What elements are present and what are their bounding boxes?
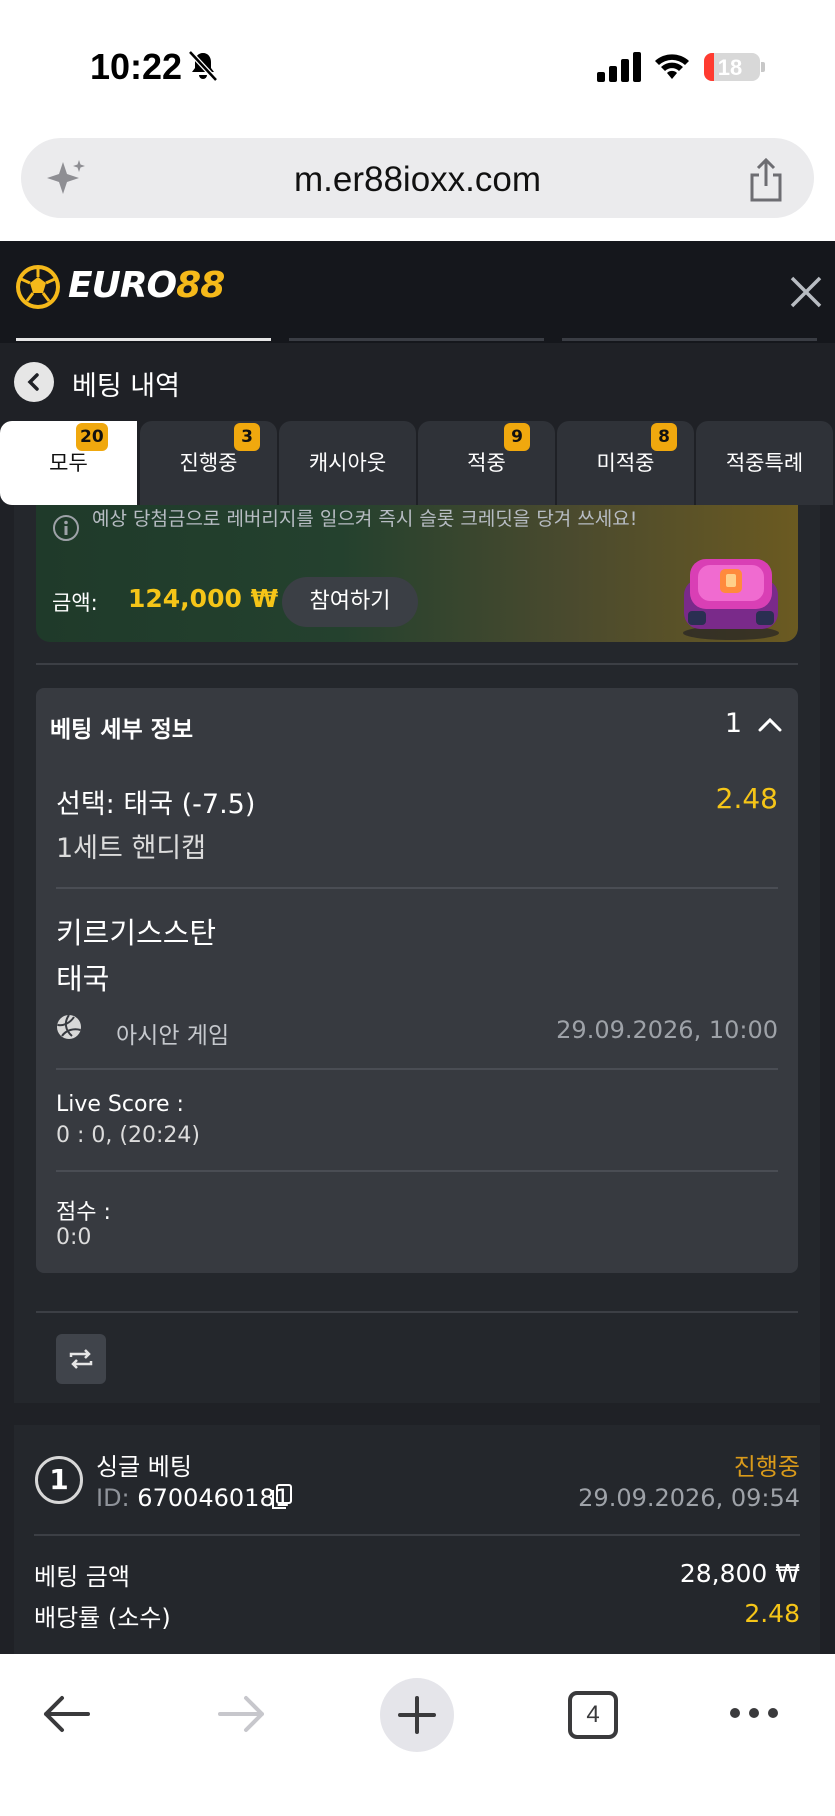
battery-level: 18 xyxy=(717,55,743,80)
info-icon xyxy=(53,515,79,541)
chevron-up-icon[interactable] xyxy=(756,712,784,736)
wifi-icon xyxy=(655,54,689,79)
tab-won[interactable]: 9 적중 xyxy=(418,421,555,505)
volleyball-icon xyxy=(57,1014,81,1039)
brand-logo: EURO88 xyxy=(68,265,225,306)
tab-label: 캐시아웃 xyxy=(308,451,387,475)
chevron-left-icon xyxy=(27,373,39,391)
status-bar: 10:22 18 xyxy=(0,0,835,130)
bet-status: 진행중 xyxy=(733,1453,800,1481)
league-name: 아시안 게임 xyxy=(116,1023,230,1049)
back-button[interactable] xyxy=(14,362,54,402)
plus-icon xyxy=(398,1696,436,1734)
bet-id: ID: 6700460181 xyxy=(96,1484,290,1512)
bell-muted-icon xyxy=(188,50,218,82)
tab-in-progress[interactable]: 3 진행중 xyxy=(140,421,277,505)
promo-description: 예상 당첨금으로 레버리지를 일으켜 즉시 슬롯 크레딧을 당겨 쓰세요! xyxy=(92,508,638,530)
score-label: 점수 : xyxy=(56,1200,111,1225)
address-bar[interactable]: m.er88ioxx.com xyxy=(21,138,814,218)
tab-special-win[interactable]: 적중특례 xyxy=(696,421,833,505)
bet-card[interactable]: 1 싱글 베팅 ID: 6700460181 진행중 29.09.2026, 0… xyxy=(14,1425,820,1655)
bet-filter-tabs: 20 모두 3 진행중 캐시아웃 9 적중 8 미적중 적중특례 xyxy=(0,421,835,505)
soccer-ball-logo-icon xyxy=(16,265,60,309)
selection-text: 선택: 태국 (-7.5) xyxy=(56,789,256,820)
divider xyxy=(36,1311,798,1313)
app-header: EURO88 xyxy=(0,241,835,343)
live-score-value: 0 : 0, (20:24) xyxy=(56,1123,200,1148)
tab-label: 적중특례 xyxy=(725,451,804,475)
close-icon[interactable] xyxy=(789,275,823,309)
divider xyxy=(34,1534,800,1536)
share-icon[interactable] xyxy=(746,158,786,202)
status-time: 10:22 xyxy=(90,46,183,87)
divider xyxy=(56,1170,778,1172)
event-datetime: 29.09.2026, 10:00 xyxy=(556,1016,778,1044)
new-tab-button[interactable] xyxy=(380,1678,454,1752)
copy-icon[interactable] xyxy=(270,1483,294,1511)
bet-details-body: 선택: 태국 (-7.5) 2.48 1세트 핸디캡 키르기스스탄 태국 아시안… xyxy=(36,760,798,1273)
bet-details-count: 1 xyxy=(724,708,742,739)
url-text[interactable]: m.er88ioxx.com xyxy=(21,160,814,200)
stake-label: 베팅 금액 xyxy=(34,1563,130,1591)
tab-label: 적중 xyxy=(467,451,506,475)
market-name: 1세트 핸디캡 xyxy=(56,833,206,864)
slot-machine-chest-icon xyxy=(683,559,779,640)
promo-amount-value: 124,000 ₩ xyxy=(128,584,279,613)
arrow-right-icon[interactable] xyxy=(216,1692,268,1736)
arrow-left-icon[interactable] xyxy=(40,1692,92,1736)
tabs-button[interactable]: 4 xyxy=(568,1691,618,1739)
browser-address-area: m.er88ioxx.com xyxy=(0,130,835,241)
bet-panel: 예상 당첨금으로 레버리지를 일으켜 즉시 슬롯 크레딧을 당겨 쓰세요! 금액… xyxy=(14,505,820,1403)
tab-label: 미적중 xyxy=(596,451,655,475)
rebet-button[interactable] xyxy=(56,1334,106,1384)
page-title: 베팅 내역 xyxy=(72,371,180,402)
bet-details-header[interactable]: 베팅 세부 정보 1 xyxy=(36,688,798,760)
repeat-icon xyxy=(69,1349,93,1369)
join-button[interactable]: 참여하기 xyxy=(282,577,418,627)
tab-label: 진행중 xyxy=(179,451,238,475)
bet-placed-at: 29.09.2026, 09:54 xyxy=(578,1484,800,1512)
tab-lost[interactable]: 8 미적중 xyxy=(557,421,694,505)
more-icon[interactable] xyxy=(728,1698,780,1728)
promo-banner: 예상 당첨금으로 레버리지를 일으켜 즉시 슬롯 크레딧을 당겨 쓰세요! 금액… xyxy=(36,505,798,642)
bet-index-badge: 1 xyxy=(35,1456,83,1504)
bet-details-title: 베팅 세부 정보 xyxy=(50,717,193,743)
browser-toolbar: 4 xyxy=(0,1654,835,1816)
header-progress xyxy=(16,338,826,342)
divider xyxy=(36,663,798,665)
score-value: 0:0 xyxy=(56,1225,92,1250)
tab-cashout[interactable]: 캐시아웃 xyxy=(279,421,416,505)
divider xyxy=(56,1068,778,1070)
odds-value: 2.48 xyxy=(744,1599,800,1628)
tab-label: 모두 xyxy=(49,451,88,475)
bet-type: 싱글 베팅 xyxy=(96,1453,192,1481)
divider xyxy=(56,887,778,889)
odds-label: 배당률 (소수) xyxy=(34,1604,171,1632)
team-home: 키르기스스탄 xyxy=(56,916,217,950)
tab-all[interactable]: 20 모두 xyxy=(0,421,137,505)
page-header: 베팅 내역 xyxy=(0,343,835,421)
selection-odds: 2.48 xyxy=(715,782,778,815)
stake-value: 28,800 ₩ xyxy=(679,1559,800,1588)
battery-icon: 18 xyxy=(704,53,760,81)
cellular-signal-icon xyxy=(597,52,641,82)
team-away: 태국 xyxy=(56,962,110,996)
promo-amount-label: 금액: xyxy=(52,591,98,615)
live-score-label: Live Score : xyxy=(56,1092,184,1117)
